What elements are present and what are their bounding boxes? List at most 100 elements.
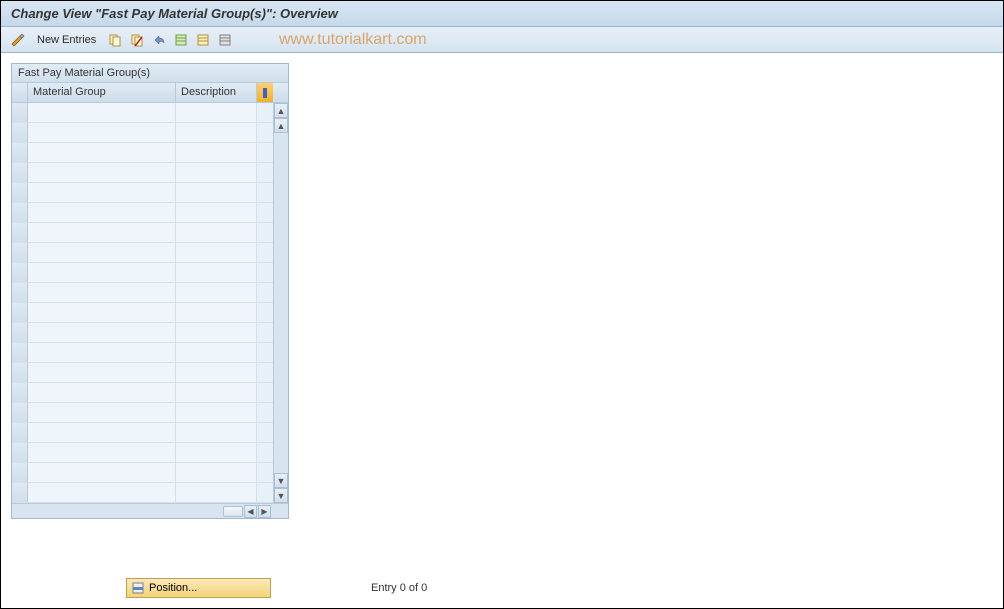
hscroll-left-button[interactable]: ◀: [244, 505, 257, 518]
copy-icon[interactable]: [106, 31, 124, 49]
scroll-down-button-2[interactable]: ▼: [274, 473, 288, 488]
row-selector[interactable]: [12, 403, 28, 422]
table-row: [12, 143, 273, 163]
hscroll-thumb[interactable]: [223, 506, 243, 517]
row-selector[interactable]: [12, 343, 28, 362]
cell-description[interactable]: [176, 243, 257, 262]
cell-material[interactable]: [28, 423, 176, 442]
cell-description[interactable]: [176, 363, 257, 382]
cell-material[interactable]: [28, 283, 176, 302]
cell-description[interactable]: [176, 183, 257, 202]
row-selector[interactable]: [12, 443, 28, 462]
cell-description[interactable]: [176, 143, 257, 162]
page-title: Change View "Fast Pay Material Group(s)"…: [11, 6, 338, 21]
cell-material[interactable]: [28, 443, 176, 462]
cell-description[interactable]: [176, 103, 257, 122]
row-selector-header[interactable]: [12, 83, 28, 102]
undo-icon[interactable]: [150, 31, 168, 49]
row-selector[interactable]: [12, 383, 28, 402]
row-selector[interactable]: [12, 183, 28, 202]
cell-material[interactable]: [28, 403, 176, 422]
row-selector[interactable]: [12, 323, 28, 342]
scroll-down-button[interactable]: ▼: [274, 488, 288, 503]
table-settings-icon[interactable]: [257, 83, 273, 102]
table-row: [12, 423, 273, 443]
cell-material[interactable]: [28, 183, 176, 202]
table-row: [12, 343, 273, 363]
toggle-display-change-icon[interactable]: [9, 31, 27, 49]
cell-material[interactable]: [28, 483, 176, 502]
row-selector[interactable]: [12, 483, 28, 502]
cell-material[interactable]: [28, 243, 176, 262]
row-selector[interactable]: [12, 203, 28, 222]
cell-description[interactable]: [176, 423, 257, 442]
row-selector[interactable]: [12, 423, 28, 442]
table-body: ▲ ▲ ▼ ▼: [12, 103, 288, 503]
row-selector[interactable]: [12, 123, 28, 142]
cell-material[interactable]: [28, 343, 176, 362]
row-selector[interactable]: [12, 163, 28, 182]
row-selector[interactable]: [12, 243, 28, 262]
delete-icon[interactable]: [128, 31, 146, 49]
scroll-up-button[interactable]: ▲: [274, 103, 288, 118]
table-row: [12, 403, 273, 423]
table-row: [12, 183, 273, 203]
cell-description[interactable]: [176, 223, 257, 242]
cell-material[interactable]: [28, 463, 176, 482]
cell-material[interactable]: [28, 303, 176, 322]
cell-description[interactable]: [176, 303, 257, 322]
row-selector[interactable]: [12, 223, 28, 242]
column-header-material[interactable]: Material Group: [28, 83, 176, 102]
cell-description[interactable]: [176, 383, 257, 402]
table-row: [12, 283, 273, 303]
row-selector[interactable]: [12, 463, 28, 482]
table-row: [12, 123, 273, 143]
column-header-description[interactable]: Description: [176, 83, 257, 102]
position-button[interactable]: Position...: [126, 578, 271, 598]
cell-description[interactable]: [176, 463, 257, 482]
cell-description[interactable]: [176, 403, 257, 422]
cell-description[interactable]: [176, 283, 257, 302]
cell-description[interactable]: [176, 163, 257, 182]
vertical-scrollbar[interactable]: ▲ ▲ ▼ ▼: [273, 103, 288, 503]
cell-material[interactable]: [28, 383, 176, 402]
horizontal-scrollbar[interactable]: ◀ ▶: [192, 504, 273, 518]
row-selector[interactable]: [12, 263, 28, 282]
table-row: [12, 463, 273, 483]
cell-description[interactable]: [176, 343, 257, 362]
cell-description[interactable]: [176, 263, 257, 282]
new-entries-button[interactable]: New Entries: [31, 34, 102, 46]
select-all-icon[interactable]: [172, 31, 190, 49]
cell-description[interactable]: [176, 483, 257, 502]
panel-title: Fast Pay Material Group(s): [12, 64, 288, 83]
row-selector[interactable]: [12, 363, 28, 382]
cell-material[interactable]: [28, 223, 176, 242]
row-selector[interactable]: [12, 303, 28, 322]
title-bar: Change View "Fast Pay Material Group(s)"…: [1, 1, 1003, 27]
cell-material[interactable]: [28, 203, 176, 222]
cell-material[interactable]: [28, 143, 176, 162]
scroll-up-button-2[interactable]: ▲: [274, 118, 288, 133]
cell-material[interactable]: [28, 323, 176, 342]
cell-material[interactable]: [28, 123, 176, 142]
cell-material[interactable]: [28, 103, 176, 122]
cell-description[interactable]: [176, 443, 257, 462]
cell-description[interactable]: [176, 123, 257, 142]
table-row: [12, 263, 273, 283]
hscroll-right-button[interactable]: ▶: [258, 505, 271, 518]
row-selector[interactable]: [12, 283, 28, 302]
cell-material[interactable]: [28, 363, 176, 382]
row-selector[interactable]: [12, 103, 28, 122]
watermark: www.tutorialkart.com: [279, 31, 427, 49]
deselect-all-icon[interactable]: [194, 31, 212, 49]
table-header-row: Material Group Description: [12, 83, 288, 103]
cell-material[interactable]: [28, 163, 176, 182]
cell-description[interactable]: [176, 203, 257, 222]
toolbar: New Entries www.tutorialkart.com: [1, 27, 1003, 53]
table-row: [12, 383, 273, 403]
print-icon[interactable]: [216, 31, 234, 49]
row-selector[interactable]: [12, 143, 28, 162]
cell-description[interactable]: [176, 323, 257, 342]
cell-material[interactable]: [28, 263, 176, 282]
table-row: [12, 443, 273, 463]
